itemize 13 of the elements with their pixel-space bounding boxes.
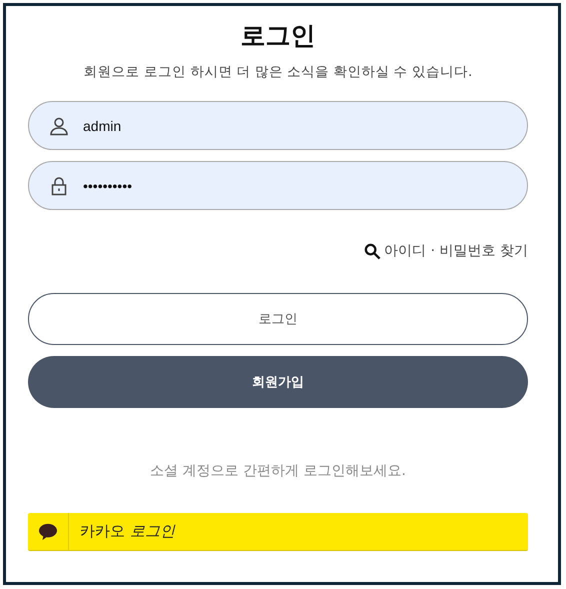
social-login-text: 소셜 계정으로 간편하게 로그인해보세요.	[149, 462, 407, 480]
page-title: 로그인	[240, 20, 316, 52]
find-account-link[interactable]: 아이디 · 비밀번호 찾기	[364, 242, 528, 260]
user-icon	[49, 116, 69, 136]
signup-button[interactable]: 회원가입	[28, 356, 528, 408]
username-field[interactable]: admin	[28, 101, 528, 150]
chat-bubble-icon	[38, 522, 58, 540]
login-button[interactable]: 로그인	[28, 293, 528, 345]
lock-icon	[49, 176, 69, 196]
password-field[interactable]: ••••••••••	[28, 161, 528, 210]
subtitle-text: 회원으로 로그인 하시면 더 많은 소식을 확인하실 수 있습니다.	[82, 63, 474, 82]
kakao-login-button[interactable]: 카카오 로그인	[28, 513, 528, 551]
search-icon	[364, 242, 382, 260]
